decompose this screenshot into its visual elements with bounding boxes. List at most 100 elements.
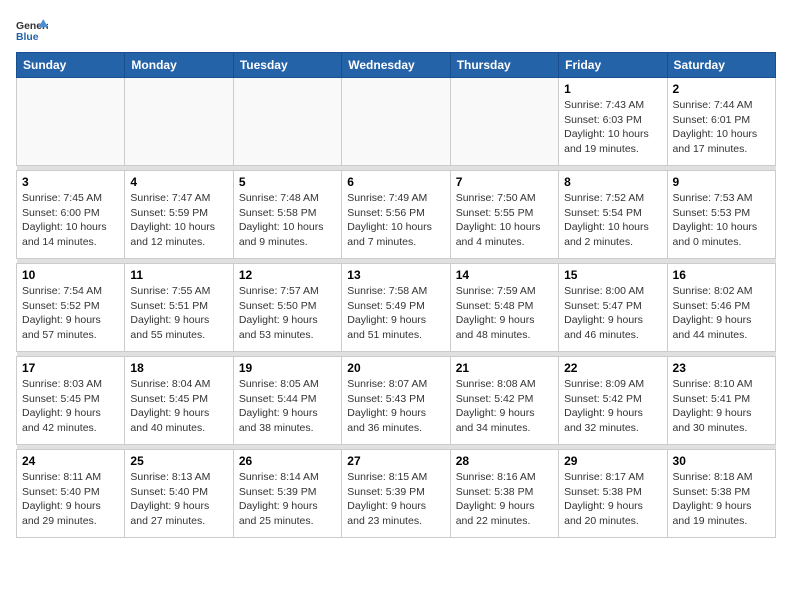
weekday-header-thursday: Thursday <box>450 53 558 78</box>
day-detail: Sunrise: 7:59 AMSunset: 5:48 PMDaylight:… <box>456 284 553 343</box>
day-number: 17 <box>22 361 119 375</box>
calendar-cell <box>125 78 233 166</box>
day-number: 3 <box>22 175 119 189</box>
calendar-cell: 26 Sunrise: 8:14 AMSunset: 5:39 PMDayligh… <box>233 450 341 538</box>
day-number: 26 <box>239 454 336 468</box>
day-number: 15 <box>564 268 661 282</box>
day-detail: Sunrise: 8:15 AMSunset: 5:39 PMDaylight:… <box>347 470 444 529</box>
calendar-cell: 23 Sunrise: 8:10 AMSunset: 5:41 PMDayligh… <box>667 357 775 445</box>
logo: General Blue <box>16 16 48 44</box>
day-number: 23 <box>673 361 770 375</box>
svg-text:Blue: Blue <box>16 32 39 43</box>
day-number: 20 <box>347 361 444 375</box>
calendar-cell: 12 Sunrise: 7:57 AMSunset: 5:50 PMDayligh… <box>233 264 341 352</box>
day-detail: Sunrise: 8:07 AMSunset: 5:43 PMDaylight:… <box>347 377 444 436</box>
day-detail: Sunrise: 7:54 AMSunset: 5:52 PMDaylight:… <box>22 284 119 343</box>
calendar-cell: 1 Sunrise: 7:43 AMSunset: 6:03 PMDaylight… <box>559 78 667 166</box>
calendar-cell: 27Sunrise: 8:15 AMSunset: 5:39 PMDayligh… <box>342 450 450 538</box>
day-number: 24 <box>22 454 119 468</box>
calendar-cell: 16 Sunrise: 8:02 AMSunset: 5:46 PMDayligh… <box>667 264 775 352</box>
day-detail: Sunrise: 7:50 AMSunset: 5:55 PMDaylight:… <box>456 191 553 250</box>
day-detail: Sunrise: 7:49 AMSunset: 5:56 PMDaylight:… <box>347 191 444 250</box>
calendar-week-3: 10 Sunrise: 7:54 AMSunset: 5:52 PMDayligh… <box>17 264 776 352</box>
calendar-cell <box>17 78 125 166</box>
day-detail: Sunrise: 8:18 AMSunset: 5:38 PMDaylight:… <box>673 470 770 529</box>
day-detail: Sunrise: 7:44 AMSunset: 6:01 PMDaylight:… <box>673 98 770 157</box>
page-header: General Blue <box>16 16 776 44</box>
day-detail: Sunrise: 7:53 AMSunset: 5:53 PMDaylight:… <box>673 191 770 250</box>
day-detail: Sunrise: 8:13 AMSunset: 5:40 PMDaylight:… <box>130 470 227 529</box>
day-number: 29 <box>564 454 661 468</box>
calendar-cell: 9 Sunrise: 7:53 AMSunset: 5:53 PMDaylight… <box>667 171 775 259</box>
calendar-cell: 13 Sunrise: 7:58 AMSunset: 5:49 PMDayligh… <box>342 264 450 352</box>
calendar-cell <box>233 78 341 166</box>
calendar-cell: 14 Sunrise: 7:59 AMSunset: 5:48 PMDayligh… <box>450 264 558 352</box>
day-number: 6 <box>347 175 444 189</box>
calendar-cell: 8 Sunrise: 7:52 AMSunset: 5:54 PMDaylight… <box>559 171 667 259</box>
day-number: 4 <box>130 175 227 189</box>
calendar-cell: 25Sunrise: 8:13 AMSunset: 5:40 PMDayligh… <box>125 450 233 538</box>
weekday-header-saturday: Saturday <box>667 53 775 78</box>
calendar-cell: 3 Sunrise: 7:45 AMSunset: 6:00 PMDaylight… <box>17 171 125 259</box>
day-number: 28 <box>456 454 553 468</box>
day-detail: Sunrise: 8:08 AMSunset: 5:42 PMDaylight:… <box>456 377 553 436</box>
calendar-cell: 22 Sunrise: 8:09 AMSunset: 5:42 PMDayligh… <box>559 357 667 445</box>
calendar-cell: 15 Sunrise: 8:00 AMSunset: 5:47 PMDayligh… <box>559 264 667 352</box>
day-detail: Sunrise: 8:00 AMSunset: 5:47 PMDaylight:… <box>564 284 661 343</box>
day-number: 22 <box>564 361 661 375</box>
calendar-cell: 30Sunrise: 8:18 AMSunset: 5:38 PMDayligh… <box>667 450 775 538</box>
day-detail: Sunrise: 8:05 AMSunset: 5:44 PMDaylight:… <box>239 377 336 436</box>
calendar-week-2: 3 Sunrise: 7:45 AMSunset: 6:00 PMDaylight… <box>17 171 776 259</box>
weekday-header-friday: Friday <box>559 53 667 78</box>
calendar-cell: 6 Sunrise: 7:49 AMSunset: 5:56 PMDaylight… <box>342 171 450 259</box>
weekday-header-tuesday: Tuesday <box>233 53 341 78</box>
weekday-header-wednesday: Wednesday <box>342 53 450 78</box>
day-detail: Sunrise: 7:43 AMSunset: 6:03 PMDaylight:… <box>564 98 661 157</box>
day-detail: Sunrise: 7:57 AMSunset: 5:50 PMDaylight:… <box>239 284 336 343</box>
day-detail: Sunrise: 8:14 AMSunset: 5:39 PMDaylight:… <box>239 470 336 529</box>
calendar-cell: 4Sunrise: 7:47 AMSunset: 5:59 PMDaylight… <box>125 171 233 259</box>
calendar-cell: 7Sunrise: 7:50 AMSunset: 5:55 PMDaylight… <box>450 171 558 259</box>
logo-icon: General Blue <box>16 16 48 44</box>
calendar-cell: 2Sunrise: 7:44 AMSunset: 6:01 PMDaylight… <box>667 78 775 166</box>
calendar-cell: 29 Sunrise: 8:17 AMSunset: 5:38 PMDayligh… <box>559 450 667 538</box>
day-number: 14 <box>456 268 553 282</box>
calendar-cell <box>342 78 450 166</box>
calendar-cell: 18Sunrise: 8:04 AMSunset: 5:45 PMDayligh… <box>125 357 233 445</box>
calendar-cell: 11 Sunrise: 7:55 AMSunset: 5:51 PMDayligh… <box>125 264 233 352</box>
day-number: 9 <box>673 175 770 189</box>
day-detail: Sunrise: 7:45 AMSunset: 6:00 PMDaylight:… <box>22 191 119 250</box>
calendar-cell: 24 Sunrise: 8:11 AMSunset: 5:40 PMDayligh… <box>17 450 125 538</box>
day-detail: Sunrise: 8:02 AMSunset: 5:46 PMDaylight:… <box>673 284 770 343</box>
day-number: 1 <box>564 82 661 96</box>
day-detail: Sunrise: 8:10 AMSunset: 5:41 PMDaylight:… <box>673 377 770 436</box>
day-detail: Sunrise: 8:04 AMSunset: 5:45 PMDaylight:… <box>130 377 227 436</box>
day-number: 5 <box>239 175 336 189</box>
calendar-cell: 5 Sunrise: 7:48 AMSunset: 5:58 PMDaylight… <box>233 171 341 259</box>
calendar-cell: 28Sunrise: 8:16 AMSunset: 5:38 PMDayligh… <box>450 450 558 538</box>
day-number: 12 <box>239 268 336 282</box>
day-detail: Sunrise: 7:48 AMSunset: 5:58 PMDaylight:… <box>239 191 336 250</box>
day-detail: Sunrise: 7:58 AMSunset: 5:49 PMDaylight:… <box>347 284 444 343</box>
day-number: 19 <box>239 361 336 375</box>
weekday-header-monday: Monday <box>125 53 233 78</box>
calendar-week-5: 24 Sunrise: 8:11 AMSunset: 5:40 PMDayligh… <box>17 450 776 538</box>
calendar-cell: 20 Sunrise: 8:07 AMSunset: 5:43 PMDayligh… <box>342 357 450 445</box>
calendar-week-4: 17 Sunrise: 8:03 AMSunset: 5:45 PMDayligh… <box>17 357 776 445</box>
day-detail: Sunrise: 8:09 AMSunset: 5:42 PMDaylight:… <box>564 377 661 436</box>
day-number: 11 <box>130 268 227 282</box>
day-detail: Sunrise: 8:03 AMSunset: 5:45 PMDaylight:… <box>22 377 119 436</box>
day-number: 16 <box>673 268 770 282</box>
calendar-cell: 10 Sunrise: 7:54 AMSunset: 5:52 PMDayligh… <box>17 264 125 352</box>
day-number: 13 <box>347 268 444 282</box>
weekday-header-row: SundayMondayTuesdayWednesdayThursdayFrid… <box>17 53 776 78</box>
calendar-table: SundayMondayTuesdayWednesdayThursdayFrid… <box>16 52 776 538</box>
day-detail: Sunrise: 7:55 AMSunset: 5:51 PMDaylight:… <box>130 284 227 343</box>
calendar-cell: 21Sunrise: 8:08 AMSunset: 5:42 PMDayligh… <box>450 357 558 445</box>
day-detail: Sunrise: 7:52 AMSunset: 5:54 PMDaylight:… <box>564 191 661 250</box>
day-number: 8 <box>564 175 661 189</box>
day-detail: Sunrise: 8:17 AMSunset: 5:38 PMDaylight:… <box>564 470 661 529</box>
day-detail: Sunrise: 8:11 AMSunset: 5:40 PMDaylight:… <box>22 470 119 529</box>
weekday-header-sunday: Sunday <box>17 53 125 78</box>
day-number: 10 <box>22 268 119 282</box>
